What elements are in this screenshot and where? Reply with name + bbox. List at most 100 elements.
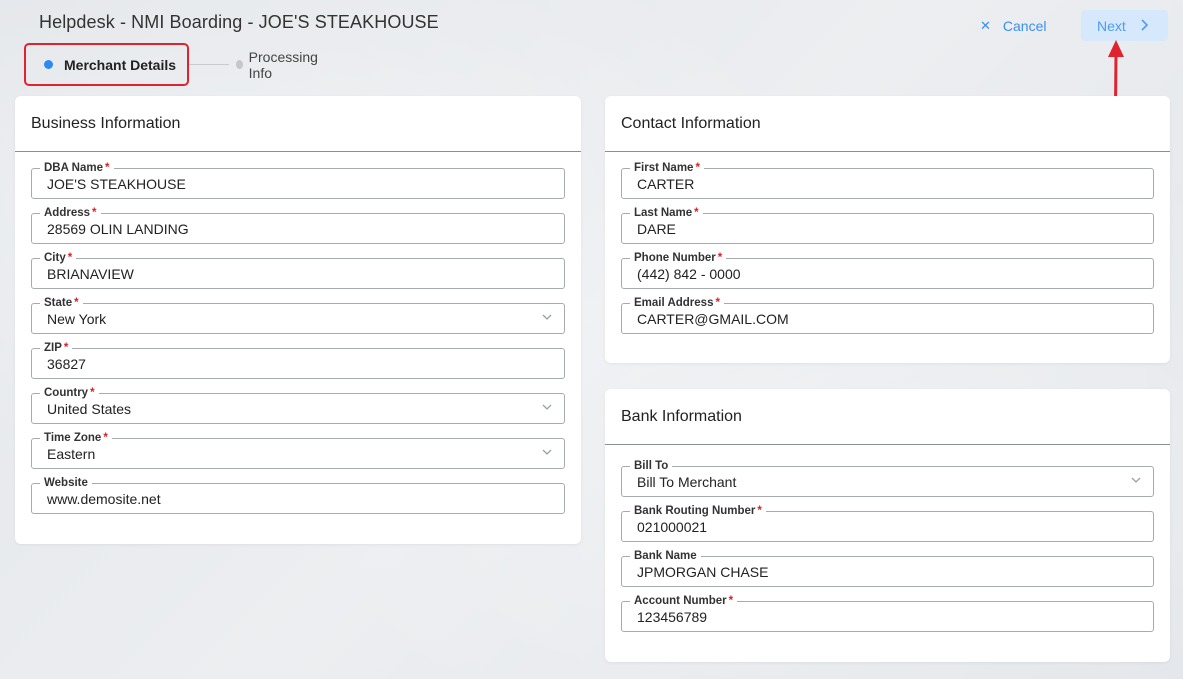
city-field[interactable]: City * BRIANAVIEW	[31, 251, 565, 289]
required-asterisk: *	[74, 297, 79, 309]
card-title: Contact Information	[605, 96, 1170, 152]
field-value: 021000021	[637, 519, 708, 535]
field-label-text: Time Zone	[44, 432, 102, 444]
field-label-text: Account Number	[634, 595, 727, 607]
field-label: Bank Routing Number *	[630, 504, 766, 518]
cancel-button[interactable]: ✕ Cancel	[980, 12, 1047, 40]
required-asterisk: *	[757, 505, 762, 517]
state-select[interactable]: State * New York	[31, 296, 565, 334]
required-asterisk: *	[67, 252, 73, 264]
field-label: Address *	[40, 206, 101, 220]
field-label-text: Website	[44, 477, 88, 489]
field-label: Bank Name	[630, 549, 701, 563]
step-connector	[189, 64, 229, 65]
required-asterisk: *	[715, 297, 720, 309]
field-label: First Name *	[630, 161, 704, 175]
required-asterisk: *	[105, 162, 110, 174]
step-merchant-details[interactable]: Merchant Details	[24, 43, 189, 86]
last-name-field[interactable]: Last Name * DARE	[621, 206, 1154, 244]
required-asterisk: *	[90, 387, 95, 399]
account-number-field[interactable]: Account Number * 123456789	[621, 594, 1154, 632]
cancel-label: Cancel	[1002, 18, 1047, 34]
time-zone-select[interactable]: Time Zone * Eastern	[31, 431, 565, 469]
field-label: ZIP *	[40, 341, 73, 355]
dba-name-field[interactable]: DBA Name * JOE'S STEAKHOUSE	[31, 161, 565, 199]
field-label: Website	[40, 476, 92, 490]
page-title: Helpdesk - NMI Boarding - JOE'S STEAKHOU…	[39, 12, 439, 32]
address-field[interactable]: Address * 28569 OLIN LANDING	[31, 206, 565, 244]
next-label: Next	[1097, 17, 1126, 34]
field-value: CARTER	[637, 176, 695, 192]
chevron-right-icon	[1140, 18, 1149, 34]
bank-information-card: Bank Information Bill To Bill To Merchant…	[605, 389, 1170, 662]
step-label: Processing Info	[248, 48, 318, 81]
required-asterisk: *	[717, 252, 723, 264]
chevron-down-icon	[542, 314, 552, 320]
field-value: New York	[47, 311, 107, 327]
next-button[interactable]: Next	[1081, 10, 1168, 41]
field-value: CARTER@GMAIL.COM	[637, 311, 789, 327]
field-label-text: First Name	[634, 162, 694, 174]
field-value: 36827	[47, 356, 86, 372]
bank-name-field[interactable]: Bank Name JPMORGAN CHASE	[621, 549, 1154, 587]
field-label-text: Email Address	[634, 297, 714, 309]
field-label-text: City	[44, 252, 66, 264]
active-step-dot-icon	[44, 60, 53, 69]
chevron-down-icon	[542, 404, 552, 410]
field-label-text: State	[44, 297, 73, 309]
required-asterisk: *	[92, 207, 97, 219]
field-label-text: Bill To	[634, 460, 669, 472]
field-label: Country *	[40, 386, 99, 400]
step-label: Merchant Details	[64, 56, 177, 73]
contact-information-card: Contact Information First Name * CARTER Las…	[605, 96, 1170, 363]
bill-to-select[interactable]: Bill To Bill To Merchant	[621, 459, 1154, 497]
field-value: www.demosite.net	[47, 491, 161, 507]
field-label-text: DBA Name	[44, 162, 104, 174]
country-select[interactable]: Country * United States	[31, 386, 565, 424]
bank-routing-number-field[interactable]: Bank Routing Number * 021000021	[621, 504, 1154, 542]
field-label-text: Bank Name	[634, 550, 697, 562]
field-label-text: Country	[44, 387, 89, 399]
field-value: United States	[47, 401, 132, 417]
required-asterisk: *	[694, 207, 699, 219]
chevron-down-icon	[542, 449, 552, 455]
phone-number-field[interactable]: Phone Number * (442) 842 - 0000	[621, 251, 1154, 289]
field-value: Eastern	[47, 446, 96, 462]
field-label: Bill To	[630, 459, 673, 473]
field-value: DARE	[637, 221, 676, 237]
field-label: DBA Name *	[40, 161, 114, 175]
close-icon: ✕	[980, 18, 991, 33]
first-name-field[interactable]: First Name * CARTER	[621, 161, 1154, 199]
field-value: 28569 OLIN LANDING	[47, 221, 189, 237]
required-asterisk: *	[103, 432, 108, 444]
required-asterisk: *	[63, 342, 69, 354]
field-label: Phone Number *	[630, 251, 727, 265]
field-value: JPMORGAN CHASE	[637, 564, 769, 580]
field-label-text: Bank Routing Number	[634, 505, 756, 517]
field-label: Last Name *	[630, 206, 703, 220]
inactive-step-dot-icon	[236, 60, 243, 69]
field-label-text: Address	[44, 207, 91, 219]
website-field[interactable]: Website www.demosite.net	[31, 476, 565, 514]
field-value: Bill To Merchant	[637, 474, 737, 490]
card-title: Bank Information	[605, 389, 1170, 445]
field-label: State *	[40, 296, 83, 310]
field-label-text: Last Name	[634, 207, 693, 219]
field-label-text: ZIP	[44, 342, 62, 354]
zip-field[interactable]: ZIP * 36827	[31, 341, 565, 379]
card-title: Business Information	[15, 96, 581, 152]
chevron-down-icon	[1131, 477, 1141, 483]
field-value: JOE'S STEAKHOUSE	[47, 176, 186, 192]
field-label-text: Phone Number	[634, 252, 716, 264]
step-processing-info[interactable]: Processing Info	[236, 43, 320, 86]
field-value: BRIANAVIEW	[47, 266, 134, 282]
field-label: Time Zone *	[40, 431, 112, 445]
field-label: Email Address *	[630, 296, 724, 310]
field-label: City *	[40, 251, 77, 265]
required-asterisk: *	[695, 162, 700, 174]
business-information-card: Business Information DBA Name * JOE'S STEA…	[15, 96, 581, 544]
field-label: Account Number *	[630, 594, 738, 608]
field-value: (442) 842 - 0000	[637, 266, 741, 282]
email-address-field[interactable]: Email Address * CARTER@GMAIL.COM	[621, 296, 1154, 334]
required-asterisk: *	[728, 595, 734, 607]
